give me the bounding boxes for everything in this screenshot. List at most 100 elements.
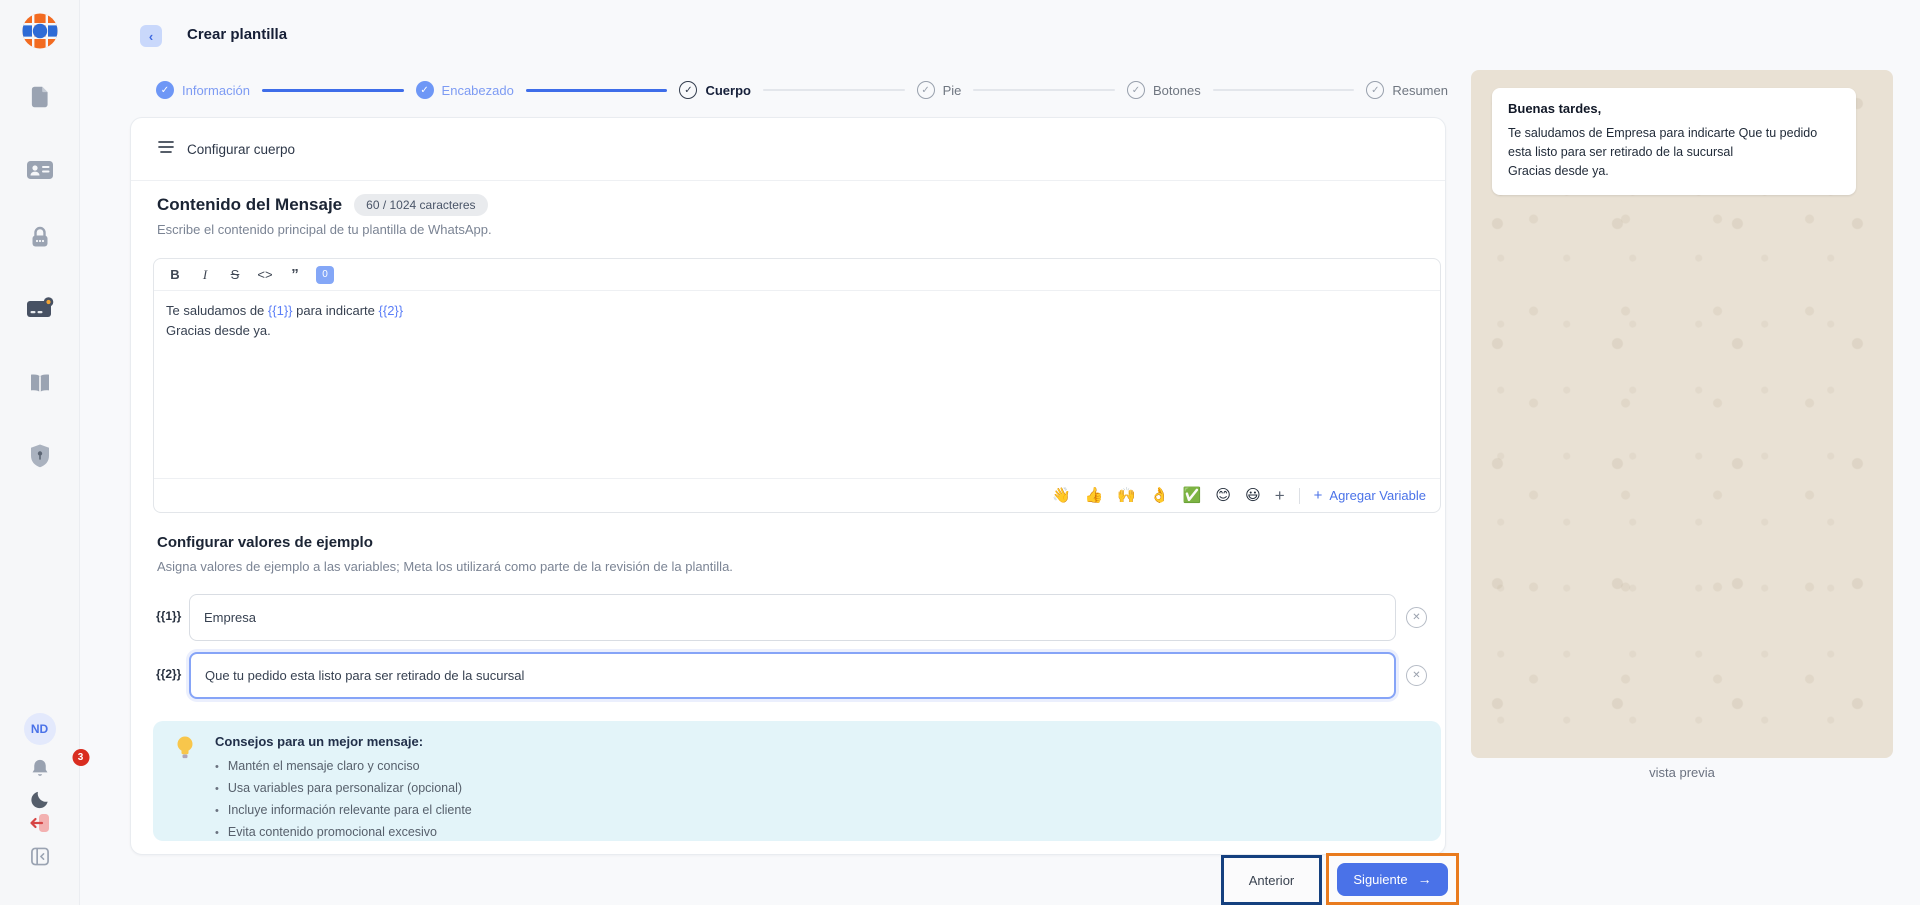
sidebar-item-shield[interactable] bbox=[28, 443, 52, 474]
back-chevron-icon: ‹ bbox=[149, 29, 153, 44]
stepper-step-resumen[interactable]: ✓ Resumen bbox=[1366, 81, 1448, 99]
avatar-initials: ND bbox=[24, 713, 56, 745]
back-button[interactable]: ‹ bbox=[140, 25, 162, 47]
highlight-box-anterior: Anterior bbox=[1221, 855, 1322, 905]
tip-item: •Mantén el mensaje claro y conciso bbox=[215, 756, 472, 778]
step-label: Resumen bbox=[1392, 83, 1448, 98]
variable-input-2[interactable] bbox=[189, 652, 1396, 699]
check-icon: ✓ bbox=[1127, 81, 1145, 99]
tips-title: Consejos para un mejor mensaje: bbox=[215, 734, 472, 749]
variable-token-2: {{2}} bbox=[379, 303, 404, 318]
app-root: ND 3 ‹ Crear plantilla bbox=[0, 0, 1920, 905]
tip-item: •Usa variables para personalizar (opcion… bbox=[215, 778, 472, 800]
variable-label-1: {{1}} bbox=[156, 609, 181, 623]
check-icon: ✓ bbox=[156, 81, 174, 99]
tips-box: Consejos para un mejor mensaje: •Mantén … bbox=[153, 721, 1441, 841]
collapse-sidebar-icon bbox=[30, 847, 49, 871]
strikethrough-button[interactable]: S bbox=[222, 263, 248, 287]
check-icon: ✓ bbox=[917, 81, 935, 99]
bubble-footer-text: Gracias desde ya. bbox=[1508, 162, 1840, 181]
variable-row-2: {{2}} ✕ bbox=[131, 652, 1445, 699]
clear-variable-1-button[interactable]: ✕ bbox=[1406, 607, 1427, 628]
siguiente-button[interactable]: Siguiente → bbox=[1337, 863, 1447, 896]
editor-footer: 👋 👍 🙌 👌 ✅ 😊 😃 + + Agregar Variable bbox=[154, 478, 1440, 512]
italic-button[interactable]: I bbox=[192, 263, 218, 287]
code-button[interactable]: <> bbox=[252, 263, 278, 287]
message-bubble: Buenas tardes, Te saludamos de Empresa p… bbox=[1492, 88, 1856, 195]
step-label: Encabezado bbox=[442, 83, 514, 98]
thumbsup-emoji-button[interactable]: 👍 bbox=[1085, 488, 1104, 503]
plus-icon: + bbox=[1314, 487, 1323, 504]
notification-badge: 3 bbox=[72, 749, 89, 766]
whatsapp-preview-panel: Buenas tardes, Te saludamos de Empresa p… bbox=[1471, 70, 1893, 758]
lightbulb-icon bbox=[175, 735, 195, 767]
collapse-sidebar-button[interactable] bbox=[30, 847, 49, 871]
variable-input-1[interactable] bbox=[189, 594, 1396, 641]
add-variable-button[interactable]: + Agregar Variable bbox=[1314, 487, 1426, 504]
stepper-step-botones[interactable]: ✓ Botones bbox=[1127, 81, 1201, 99]
okhand-emoji-button[interactable]: 👌 bbox=[1150, 488, 1169, 503]
step-label: Pie bbox=[943, 83, 962, 98]
preview-caption: vista previa bbox=[1471, 765, 1893, 780]
stepper-step-informacion[interactable]: ✓ Información bbox=[156, 81, 250, 99]
brand-logo-icon[interactable] bbox=[21, 12, 59, 50]
sidebar-item-book[interactable] bbox=[27, 371, 53, 400]
file-icon bbox=[27, 84, 53, 115]
sidebar-item-lock[interactable] bbox=[27, 224, 53, 255]
clear-variable-2-button[interactable]: ✕ bbox=[1406, 665, 1427, 686]
editor-toolbar: B I S <> ” 0 bbox=[154, 259, 1440, 291]
bold-button[interactable]: B bbox=[162, 263, 188, 287]
bell-icon bbox=[28, 757, 51, 785]
credit-card-icon bbox=[26, 295, 54, 326]
stepper: ✓ Información ✓ Encabezado ✓ Cuerpo ✓ Pi… bbox=[156, 80, 1448, 100]
shield-key-icon bbox=[28, 443, 52, 474]
message-line-1: Te saludamos de {{1}} para indicarte {{2… bbox=[166, 301, 1428, 321]
tip-item: •Incluye información relevante para el c… bbox=[215, 800, 472, 822]
sidebar-item-card[interactable] bbox=[26, 295, 54, 326]
close-icon: ✕ bbox=[1412, 612, 1420, 623]
user-avatar[interactable]: ND bbox=[24, 713, 56, 745]
close-icon: ✕ bbox=[1412, 670, 1420, 681]
stepper-connector bbox=[1213, 89, 1355, 91]
examples-title: Configurar valores de ejemplo bbox=[157, 534, 373, 551]
stepper-step-pie[interactable]: ✓ Pie bbox=[917, 81, 962, 99]
sidebar: ND 3 bbox=[0, 0, 80, 905]
notifications-button[interactable]: 3 bbox=[0, 757, 79, 785]
smile-emoji-button[interactable]: 😊 bbox=[1215, 488, 1231, 503]
body-config-card: Configurar cuerpo Contenido del Mensaje … bbox=[130, 117, 1446, 855]
logout-button[interactable] bbox=[28, 812, 52, 839]
tip-item: •Evita contenido promocional excesivo bbox=[215, 822, 472, 844]
step-label: Cuerpo bbox=[705, 83, 751, 98]
quote-button[interactable]: ” bbox=[282, 263, 308, 287]
emoji-picker-icon[interactable]: 0 bbox=[316, 266, 334, 284]
bubble-body-text: Te saludamos de Empresa para indicarte Q… bbox=[1508, 124, 1840, 162]
char-counter-badge: 60 / 1024 caracteres bbox=[354, 194, 487, 216]
stepper-step-encabezado[interactable]: ✓ Encabezado bbox=[416, 81, 514, 99]
checkmark-emoji-button[interactable]: ✅ bbox=[1183, 488, 1202, 503]
variable-token-1: {{1}} bbox=[268, 303, 293, 318]
card-header: Configurar cuerpo bbox=[131, 118, 1445, 181]
variable-row-1: {{1}} ✕ bbox=[131, 594, 1445, 641]
step-label: Botones bbox=[1153, 83, 1201, 98]
content-title: Contenido del Mensaje bbox=[157, 195, 342, 215]
check-icon: ✓ bbox=[416, 81, 434, 99]
message-line-2: Gracias desde ya. bbox=[166, 321, 1428, 341]
anterior-button[interactable]: Anterior bbox=[1249, 873, 1295, 888]
message-textarea[interactable]: Te saludamos de {{1}} para indicarte {{2… bbox=[154, 291, 1440, 478]
more-emoji-button[interactable]: + bbox=[1275, 487, 1285, 504]
stepper-step-cuerpo[interactable]: ✓ Cuerpo bbox=[679, 81, 751, 99]
logout-icon bbox=[28, 812, 52, 839]
bubble-header-text: Buenas tardes, bbox=[1508, 101, 1840, 116]
grin-emoji-button[interactable]: 😃 bbox=[1245, 488, 1261, 503]
wave-emoji-button[interactable]: 👋 bbox=[1052, 488, 1071, 503]
raisedhands-emoji-button[interactable]: 🙌 bbox=[1117, 488, 1136, 503]
page-title: Crear plantilla bbox=[187, 26, 287, 43]
align-lines-icon bbox=[157, 140, 175, 159]
stepper-connector bbox=[973, 89, 1115, 91]
arrow-right-icon: → bbox=[1418, 871, 1432, 887]
sidebar-item-contacts[interactable] bbox=[26, 158, 54, 187]
sidebar-item-file[interactable] bbox=[27, 84, 53, 115]
check-icon: ✓ bbox=[679, 81, 697, 99]
examples-subtitle: Asigna valores de ejemplo a las variable… bbox=[157, 559, 733, 574]
lock-icon bbox=[27, 224, 53, 255]
